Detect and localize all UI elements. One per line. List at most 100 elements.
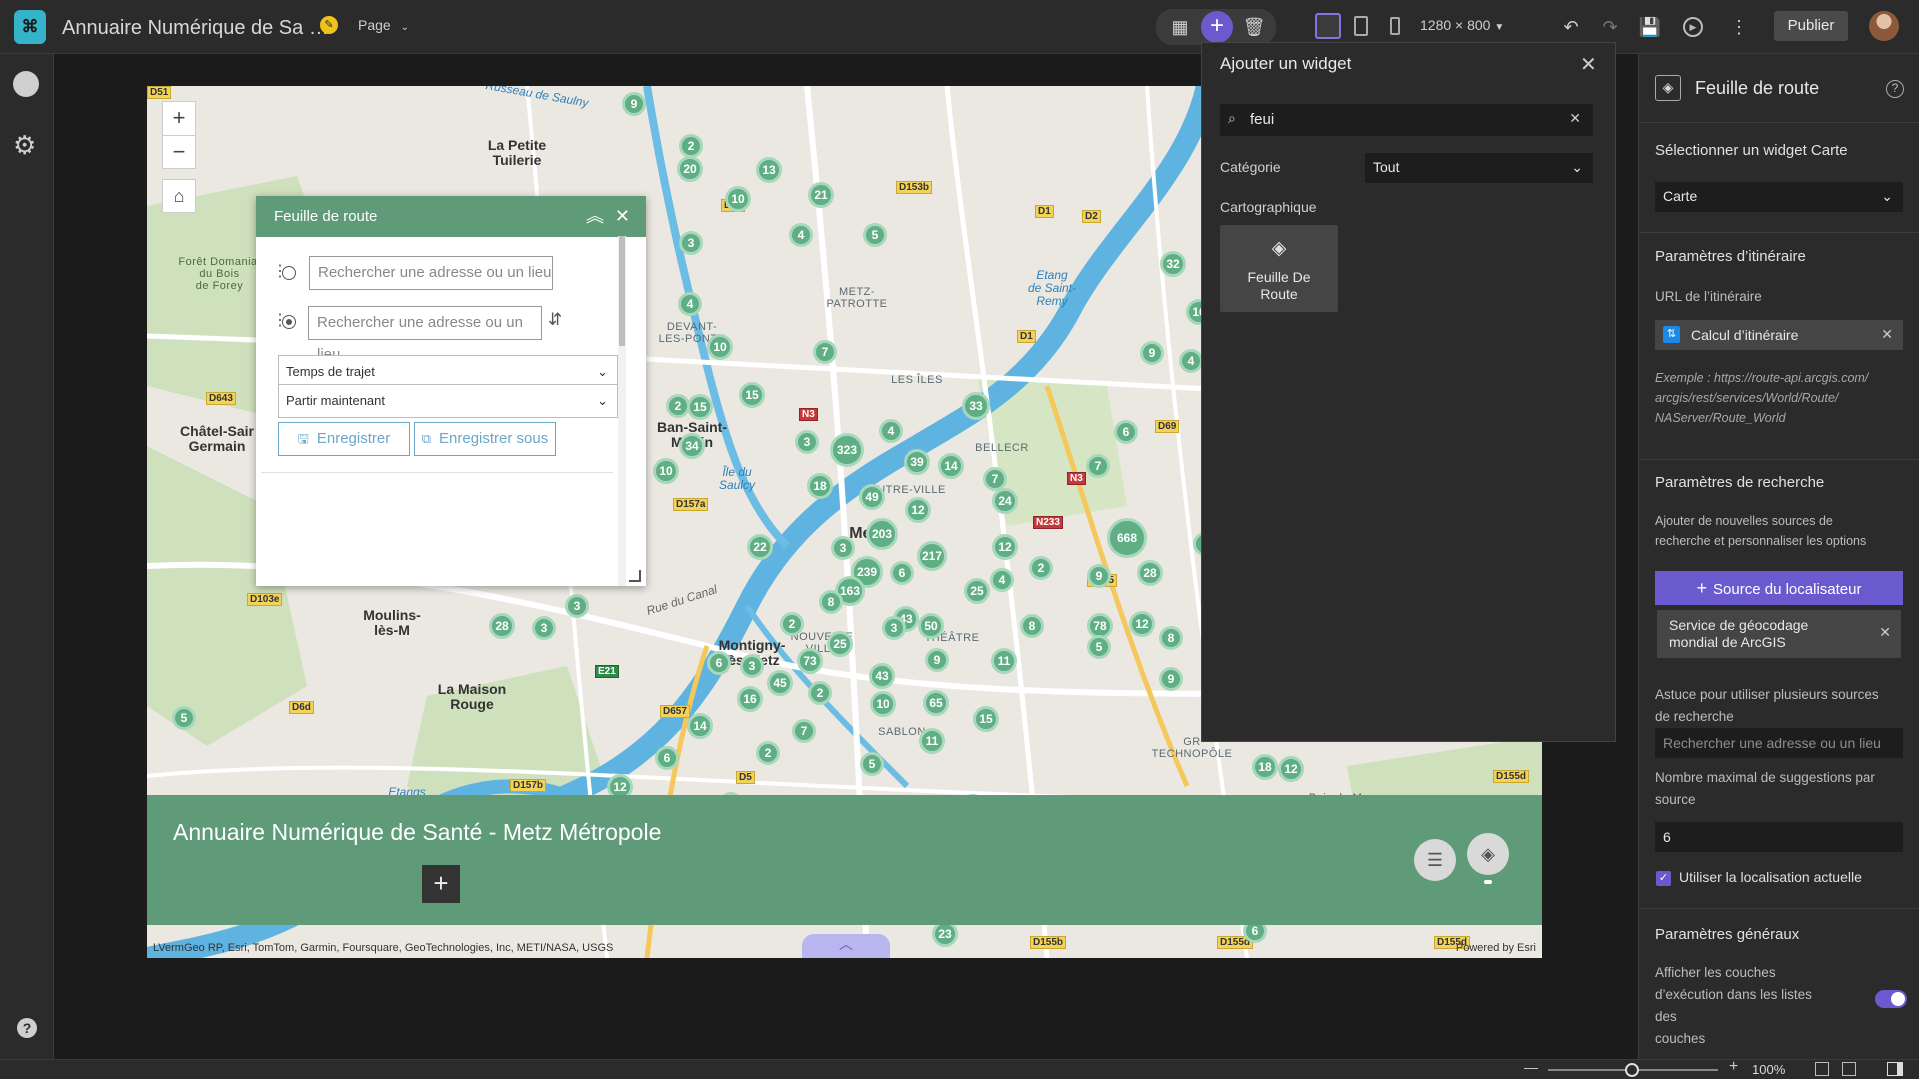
cluster-marker[interactable]: 5: [1087, 635, 1111, 659]
directions-icon[interactable]: ◈: [1467, 833, 1509, 875]
cluster-marker[interactable]: 3: [831, 536, 855, 560]
home-button[interactable]: ⌂: [162, 179, 196, 213]
cluster-marker[interactable]: 73: [797, 648, 823, 674]
cluster-marker[interactable]: 10: [870, 691, 896, 717]
cluster-marker[interactable]: 2: [756, 741, 780, 765]
origin-search-input[interactable]: Rechercher une adresse ou un lieu: [309, 256, 553, 290]
phone-view-icon[interactable]: [1390, 17, 1400, 35]
theme-palette-icon[interactable]: [13, 71, 39, 97]
cluster-marker[interactable]: 9: [925, 648, 949, 672]
route-service-chip[interactable]: ⇅ Calcul d’itinéraire ✕: [1655, 320, 1903, 350]
cluster-marker[interactable]: 6: [890, 561, 914, 585]
powered-by-esri[interactable]: Powered by Esri: [1456, 942, 1536, 954]
max-suggestions-input[interactable]: 6: [1655, 822, 1903, 852]
cluster-marker[interactable]: 45: [767, 670, 793, 696]
cluster-marker[interactable]: 4: [789, 223, 813, 247]
cluster-marker[interactable]: 11: [919, 728, 945, 754]
cluster-marker[interactable]: 28: [1137, 560, 1163, 586]
screen-size-select[interactable]: 1280 × 800 ▼: [1420, 17, 1504, 33]
cluster-marker[interactable]: 2: [1029, 556, 1053, 580]
collapse-icon[interactable]: ︽: [586, 196, 604, 237]
cluster-marker[interactable]: 12: [905, 497, 931, 523]
cluster-marker[interactable]: 6: [1114, 420, 1138, 444]
page-menu[interactable]: Page ⌄: [358, 17, 409, 33]
cluster-marker[interactable]: 13: [756, 157, 782, 183]
cluster-marker[interactable]: 10: [725, 186, 751, 212]
cluster-marker[interactable]: 5: [863, 223, 887, 247]
cluster-marker[interactable]: 20: [677, 156, 703, 182]
cluster-marker[interactable]: 65: [923, 690, 949, 716]
cluster-marker[interactable]: 3: [882, 616, 906, 640]
destination-search-input[interactable]: Rechercher une adresse ou un lieu: [308, 306, 542, 363]
cluster-marker[interactable]: 4: [990, 568, 1014, 592]
actual-size-icon[interactable]: [1842, 1062, 1856, 1076]
cluster-marker[interactable]: 28: [489, 613, 515, 639]
experience-builder-logo[interactable]: ⌘: [14, 10, 46, 44]
cluster-marker[interactable]: 15: [973, 706, 999, 732]
cluster-marker[interactable]: 10: [707, 334, 733, 360]
cluster-marker[interactable]: 5: [172, 706, 196, 730]
swap-stops-icon[interactable]: ⇵: [548, 310, 562, 330]
more-options-icon[interactable]: ⋮: [1723, 11, 1755, 43]
widgets-icon[interactable]: ▦: [1164, 11, 1196, 43]
cluster-marker[interactable]: 3: [795, 430, 819, 454]
scrollbar-thumb[interactable]: [619, 236, 625, 346]
zoom-in-icon[interactable]: +: [1729, 1058, 1738, 1076]
tablet-view-icon[interactable]: [1354, 16, 1368, 36]
cluster-marker[interactable]: 2: [780, 612, 804, 636]
cluster-marker[interactable]: 9: [622, 92, 646, 116]
fit-screen-icon[interactable]: [1815, 1062, 1829, 1076]
save-as-route-button[interactable]: ⧉ Enregistrer sous: [414, 422, 556, 456]
cluster-marker[interactable]: 25: [964, 578, 990, 604]
user-avatar[interactable]: [1869, 11, 1899, 41]
cluster-marker[interactable]: 8: [1159, 626, 1183, 650]
cluster-marker[interactable]: 3: [532, 616, 556, 640]
cluster-marker[interactable]: 3: [565, 594, 589, 618]
remove-icon[interactable]: ✕: [1881, 326, 1893, 343]
desktop-view-icon[interactable]: [1315, 13, 1341, 39]
cluster-marker[interactable]: 3: [740, 654, 764, 678]
cluster-marker[interactable]: 4: [678, 292, 702, 316]
undo-icon[interactable]: ↶: [1555, 11, 1587, 43]
cluster-marker[interactable]: 24: [992, 488, 1018, 514]
cluster-marker[interactable]: 34: [679, 433, 705, 459]
app-title[interactable]: Annuaire Numérique de Sa …: [62, 17, 329, 40]
cluster-marker[interactable]: 8: [1020, 614, 1044, 638]
locator-source-item[interactable]: Service de géocodage mondial de ArcGIS ✕: [1657, 610, 1901, 658]
cluster-marker[interactable]: 21: [808, 182, 834, 208]
search-placeholder-input[interactable]: Rechercher une adresse ou un lieu: [1655, 728, 1903, 758]
cluster-marker[interactable]: 2: [679, 134, 703, 158]
cluster-marker[interactable]: 9: [1087, 564, 1111, 588]
cluster-marker[interactable]: 9: [1159, 667, 1183, 691]
collapse-handle[interactable]: ︿: [802, 934, 890, 958]
cluster-marker[interactable]: 7: [792, 719, 816, 743]
cluster-marker[interactable]: 12: [1129, 611, 1155, 637]
cluster-marker[interactable]: 203: [866, 518, 898, 550]
cluster-marker[interactable]: 8: [819, 590, 843, 614]
cluster-marker[interactable]: 6: [707, 651, 731, 675]
edit-title-icon[interactable]: ✎: [320, 16, 338, 34]
zoom-slider-thumb[interactable]: [1625, 1063, 1639, 1077]
cluster-marker[interactable]: 2: [808, 681, 832, 705]
departure-select[interactable]: Partir maintenant ⌄: [278, 384, 618, 418]
redo-icon[interactable]: ↷: [1594, 11, 1626, 43]
preview-icon[interactable]: ▶: [1683, 17, 1703, 37]
list-icon[interactable]: ☰: [1414, 839, 1456, 881]
zoom-slider[interactable]: [1548, 1063, 1718, 1077]
cluster-marker[interactable]: 15: [687, 394, 713, 420]
cluster-marker[interactable]: 25: [827, 631, 853, 657]
cluster-marker[interactable]: 7: [1086, 454, 1110, 478]
use-location-checkbox[interactable]: ✓: [1656, 871, 1671, 886]
cluster-marker[interactable]: 6: [655, 746, 679, 770]
publish-button[interactable]: Publier: [1774, 11, 1848, 41]
cluster-marker[interactable]: 4: [1179, 349, 1203, 373]
cluster-marker[interactable]: 18: [1252, 754, 1278, 780]
zoom-out-button[interactable]: −: [162, 135, 196, 169]
add-locator-source-button[interactable]: + Source du localisateur: [1655, 571, 1903, 605]
cluster-marker[interactable]: 9: [1140, 341, 1164, 365]
cluster-marker[interactable]: 50: [918, 613, 944, 639]
cluster-marker[interactable]: 49: [859, 484, 885, 510]
remove-icon[interactable]: ✕: [1879, 624, 1891, 641]
save-icon[interactable]: 💾: [1634, 11, 1666, 43]
cluster-marker[interactable]: 323: [830, 433, 864, 467]
